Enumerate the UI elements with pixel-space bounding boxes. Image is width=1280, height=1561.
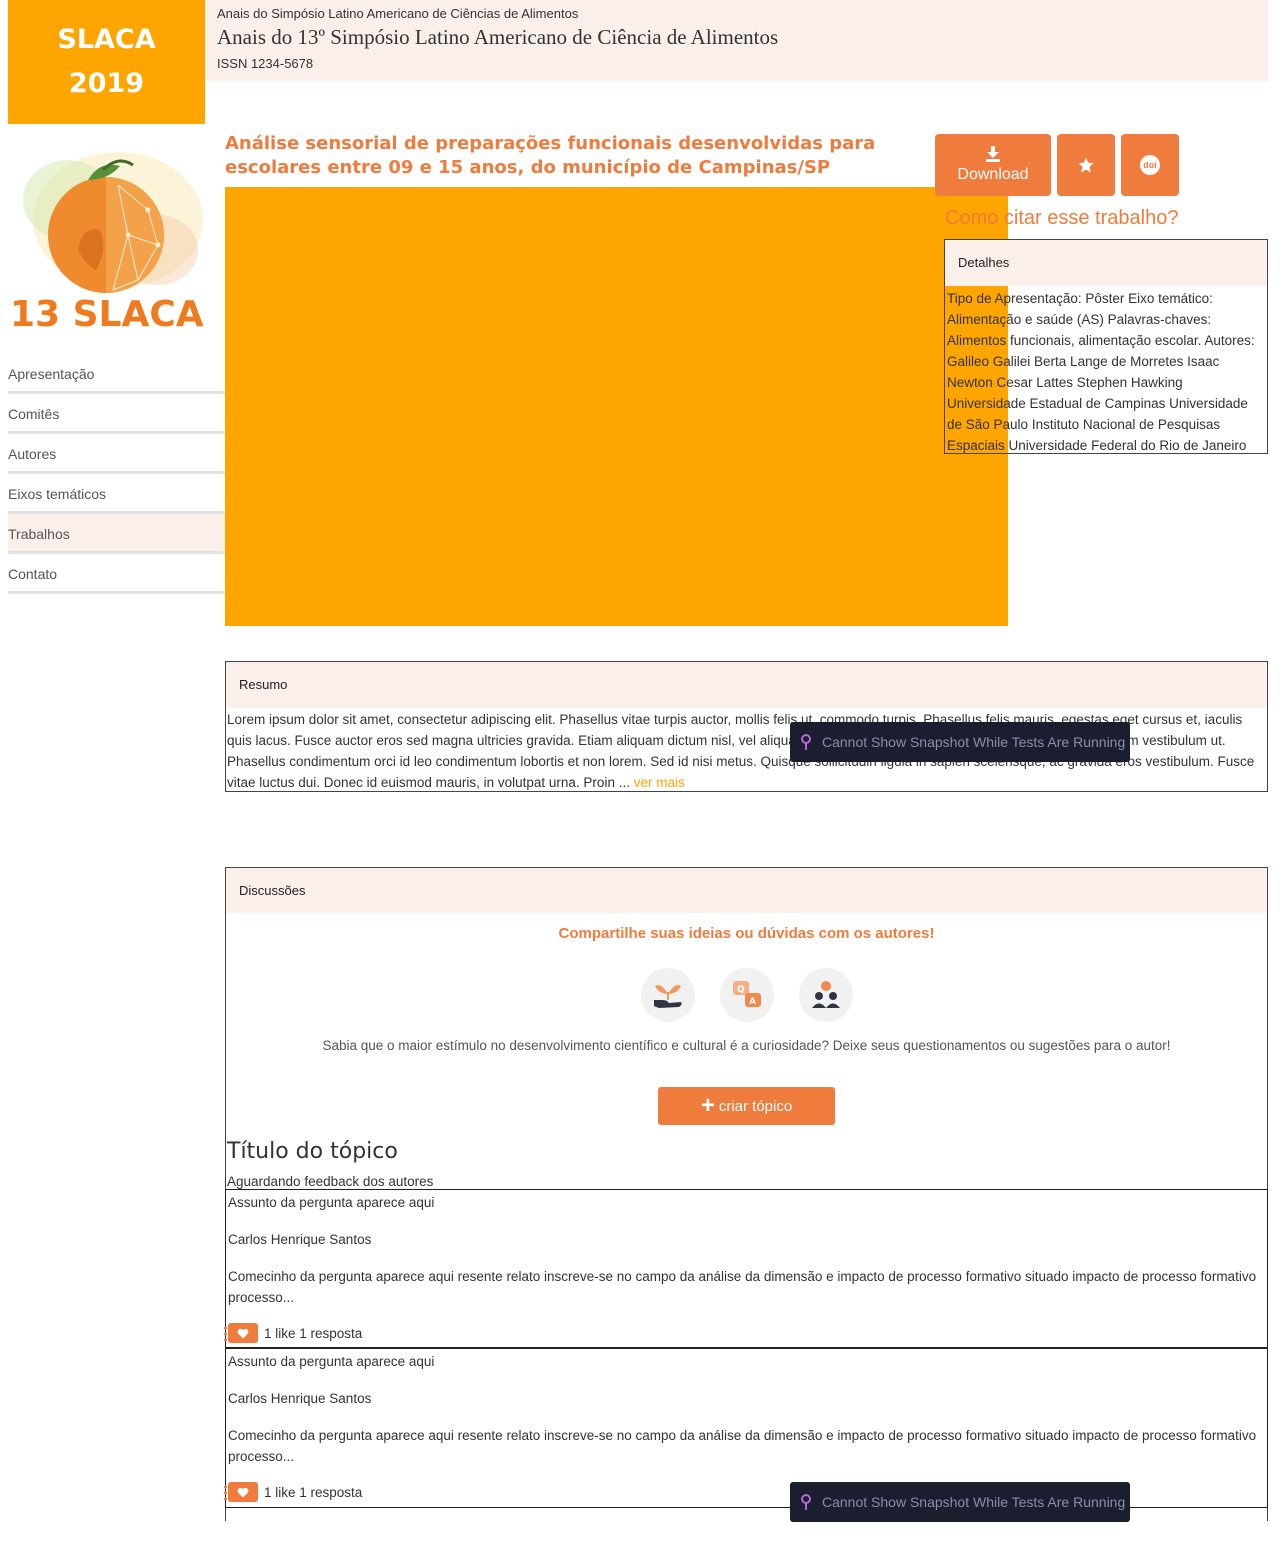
proceedings-title: Anais do 13º Simpósio Latino Americano d… — [217, 25, 779, 49]
sidebar-item-trabalhos[interactable]: Trabalhos — [8, 514, 225, 554]
snapshot-toast: Cannot Show Snapshot While Tests Are Run… — [790, 722, 1130, 762]
pin-icon — [801, 734, 811, 750]
details-panel: Detalhes Tipo de Apresentação: Pôster Ei… — [944, 239, 1268, 454]
sidebar-item-comites[interactable]: Comitês — [8, 394, 225, 434]
star-icon — [1078, 157, 1094, 173]
svg-text:A: A — [749, 997, 756, 1007]
event-logo-image: 13 SLACA — [8, 140, 208, 335]
site-logo[interactable]: SLACA 2019 — [8, 0, 205, 124]
header-band: Anais do Simpósio Latino Americano de Ci… — [205, 0, 1268, 81]
topic-title: Título do tópico — [227, 1139, 398, 1164]
question-author: Carlos Henrique Santos — [228, 1232, 372, 1247]
like-button[interactable] — [224, 1323, 258, 1343]
like-button[interactable] — [224, 1482, 258, 1502]
details-heading: Detalhes — [945, 240, 1267, 286]
discussions-text: Sabia que o maior estímulo no desenvolvi… — [322, 1038, 1171, 1053]
doi-button[interactable]: doi — [1121, 134, 1179, 196]
heart-icon — [237, 1328, 249, 1338]
sidebar-item-contato[interactable]: Contato — [8, 554, 225, 594]
doi-icon-text: doi — [1143, 160, 1157, 170]
create-topic-label: criar tópico — [718, 1097, 793, 1115]
favorite-button[interactable] — [1057, 134, 1115, 196]
question-card[interactable]: Assunto da pergunta aparece aqui Carlos … — [224, 1189, 1268, 1348]
question-excerpt: Comecinho da pergunta aparece aqui resen… — [228, 1428, 1257, 1464]
toast-text: Cannot Show Snapshot While Tests Are Run… — [822, 1494, 1126, 1510]
topic-status: Aguardando feedback dos autores — [227, 1174, 434, 1189]
ver-mais-link[interactable]: ver mais — [634, 775, 685, 790]
community-icon — [798, 968, 853, 1022]
question-stats: 1 like 1 resposta — [264, 1484, 363, 1500]
qa-chat-icon: Q A — [719, 968, 774, 1022]
sidebar-item-autores[interactable]: Autores — [8, 434, 225, 474]
question-subject: Assunto da pergunta aparece aqui — [228, 1195, 435, 1210]
event-name: Anais do Simpósio Latino Americano de Ci… — [217, 6, 579, 21]
create-topic-button[interactable]: + criar tópico — [658, 1087, 835, 1125]
logo-line2: 2019 — [68, 68, 145, 99]
heart-icon — [237, 1487, 249, 1497]
discussions-heading: Discussões — [226, 868, 1267, 913]
question-excerpt: Comecinho da pergunta aparece aqui resen… — [228, 1269, 1257, 1305]
toast-text: Cannot Show Snapshot While Tests Are Run… — [822, 734, 1126, 750]
seedling-hand-icon — [640, 968, 695, 1022]
discussions-cta: Compartilhe suas ideias ou dúvidas com o… — [558, 925, 935, 942]
question-subject: Assunto da pergunta aparece aqui — [228, 1354, 435, 1369]
logo-line1: SLACA — [57, 24, 156, 55]
work-title: Análise sensorial de preparações funcion… — [225, 133, 876, 178]
svg-text:Q: Q — [737, 985, 745, 995]
download-label: Download — [957, 166, 1029, 183]
discussions-panel: Discussões Compartilhe suas ideias ou dú… — [224, 867, 1268, 1521]
question-footer: 1 like 1 resposta — [224, 1322, 1265, 1344]
pin-icon — [801, 1494, 811, 1510]
question-author: Carlos Henrique Santos — [228, 1391, 372, 1406]
poster-media[interactable] — [225, 187, 1008, 626]
question-stats: 1 like 1 resposta — [264, 1325, 363, 1341]
issn: ISSN 1234-5678 — [217, 56, 314, 71]
discussions-icons: Q A — [226, 968, 1267, 1022]
abstract-heading: Resumo — [226, 662, 1267, 708]
download-button[interactable]: Download — [935, 134, 1051, 196]
details-body: Tipo de Apresentação: Pôster Eixo temáti… — [947, 291, 1255, 453]
snapshot-toast: Cannot Show Snapshot While Tests Are Run… — [790, 1482, 1130, 1522]
event-art-label: 13 SLACA — [10, 294, 204, 335]
sidebar-item-apresentacao[interactable]: Apresentação — [8, 354, 225, 394]
sidebar-item-eixos[interactable]: Eixos temáticos — [8, 474, 225, 514]
doi-icon: doi — [1140, 155, 1160, 175]
plus-icon: + — [700, 1092, 715, 1119]
download-icon — [986, 146, 1000, 162]
cite-link[interactable]: Como citar esse trabalho? — [945, 207, 1178, 230]
sidebar-nav: Apresentação Comitês Autores Eixos temát… — [8, 354, 225, 594]
